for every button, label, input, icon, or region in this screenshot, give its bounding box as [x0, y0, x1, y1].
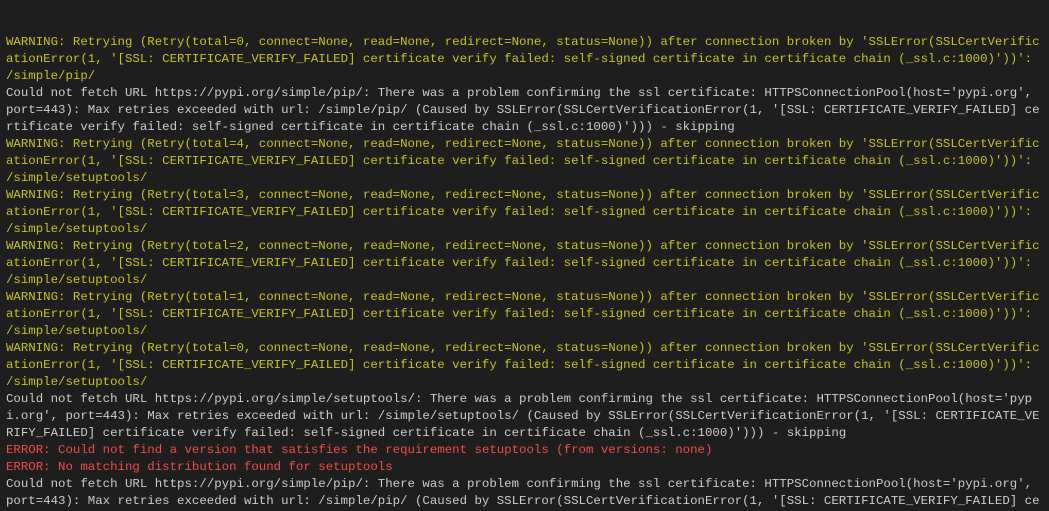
terminal-line: WARNING: Retrying (Retry(total=1, connec… [6, 289, 1043, 340]
terminal-line: ERROR: Could not find a version that sat… [6, 442, 1043, 459]
terminal-line: WARNING: Retrying (Retry(total=0, connec… [6, 340, 1043, 391]
terminal-line: Could not fetch URL https://pypi.org/sim… [6, 476, 1043, 511]
terminal-line: Could not fetch URL https://pypi.org/sim… [6, 391, 1043, 442]
terminal-line: ERROR: No matching distribution found fo… [6, 459, 1043, 476]
terminal-line: WARNING: Retrying (Retry(total=2, connec… [6, 238, 1043, 289]
terminal-line: WARNING: Retrying (Retry(total=0, connec… [6, 34, 1043, 85]
terminal-line: WARNING: Retrying (Retry(total=4, connec… [6, 136, 1043, 187]
terminal-line: Could not fetch URL https://pypi.org/sim… [6, 85, 1043, 136]
terminal-output[interactable]: WARNING: Retrying (Retry(total=0, connec… [0, 0, 1049, 511]
terminal-line: WARNING: Retrying (Retry(total=3, connec… [6, 187, 1043, 238]
